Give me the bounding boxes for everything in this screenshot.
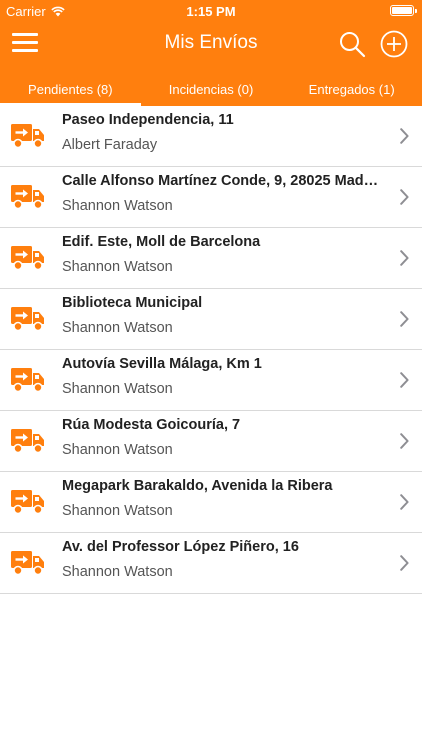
shipment-row[interactable]: Rúa Modesta Goicouría, 7 Shannon Watson — [0, 411, 422, 472]
status-time: 1:15 PM — [186, 4, 236, 19]
tab-incidencias[interactable]: Incidencias (0) — [141, 66, 282, 106]
chevron-right-icon — [400, 311, 409, 327]
navigation-bar: Mis Envíos — [0, 22, 422, 66]
shipment-address: Edif. Este, Moll de Barcelona — [62, 234, 261, 250]
chevron-right-icon — [400, 250, 409, 266]
shipment-row[interactable]: Paseo Independencia, 11 Albert Faraday — [0, 106, 422, 167]
shipment-row[interactable]: Edif. Este, Moll de Barcelona Shannon Wa… — [0, 228, 422, 289]
shipment-row[interactable]: Av. del Professor López Piñero, 16 Shann… — [0, 533, 422, 594]
shipment-address: Av. del Professor López Piñero, 16 — [62, 539, 299, 555]
tab-entregados[interactable]: Entregados (1) — [281, 66, 422, 106]
chevron-right-icon — [400, 494, 409, 510]
truck-icon — [11, 368, 44, 393]
recipient-name: Albert Faraday — [62, 137, 158, 153]
shipment-address: Megapark Barakaldo, Avenida la Ribera — [62, 478, 333, 494]
recipient-name: Shannon Watson — [62, 381, 173, 397]
search-icon[interactable] — [338, 30, 366, 58]
chevron-right-icon — [400, 555, 409, 571]
shipment-address: Calle Alfonso Martínez Conde, 9, 28025 M… — [62, 173, 382, 189]
chevron-right-icon — [400, 372, 409, 388]
shipment-address: Biblioteca Municipal — [62, 295, 203, 311]
recipient-name: Shannon Watson — [62, 503, 173, 519]
shipment-address: Paseo Independencia, 11 — [62, 112, 234, 128]
tab-pendientes[interactable]: Pendientes (8) — [0, 66, 141, 106]
truck-icon — [11, 490, 44, 515]
recipient-name: Shannon Watson — [62, 564, 173, 580]
recipient-name: Shannon Watson — [62, 198, 173, 214]
truck-icon — [11, 307, 44, 332]
truck-icon — [11, 246, 44, 271]
add-circle-icon[interactable] — [380, 30, 408, 58]
truck-icon — [11, 185, 44, 210]
recipient-name: Shannon Watson — [62, 259, 173, 275]
chevron-right-icon — [400, 433, 409, 449]
segment-tabs: Pendientes (8) Incidencias (0) Entregado… — [0, 66, 422, 106]
shipment-list: Paseo Independencia, 11 Albert Faraday C… — [0, 106, 422, 594]
shipment-row[interactable]: Megapark Barakaldo, Avenida la Ribera Sh… — [0, 472, 422, 533]
truck-icon — [11, 124, 44, 149]
battery-icon — [390, 5, 417, 16]
chevron-right-icon — [400, 189, 409, 205]
shipment-address: Autovía Sevilla Málaga, Km 1 — [62, 356, 262, 372]
chevron-right-icon — [400, 128, 409, 144]
shipment-address: Rúa Modesta Goicouría, 7 — [62, 417, 241, 433]
shipment-row[interactable]: Biblioteca Municipal Shannon Watson — [0, 289, 422, 350]
recipient-name: Shannon Watson — [62, 442, 173, 458]
shipment-row[interactable]: Calle Alfonso Martínez Conde, 9, 28025 M… — [0, 167, 422, 228]
status-bar: Carrier 1:15 PM — [0, 0, 422, 22]
truck-icon — [11, 551, 44, 576]
truck-icon — [11, 429, 44, 454]
recipient-name: Shannon Watson — [62, 320, 173, 336]
shipment-row[interactable]: Autovía Sevilla Málaga, Km 1 Shannon Wat… — [0, 350, 422, 411]
